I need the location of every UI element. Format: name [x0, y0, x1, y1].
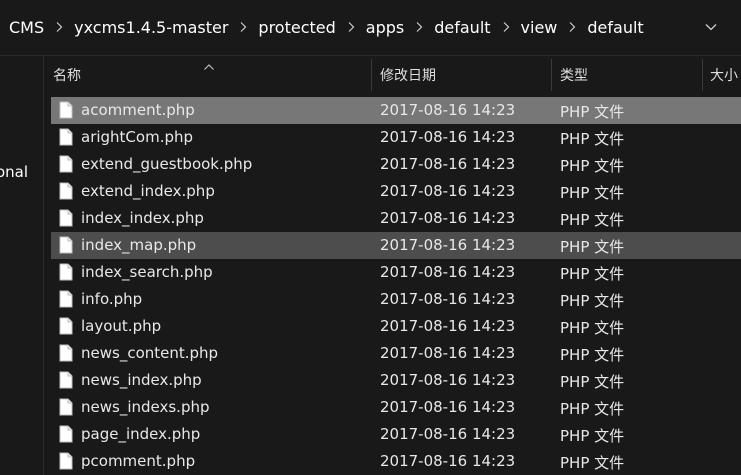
- document-icon: [59, 452, 73, 474]
- file-modified-date: 2017-08-16 14:23: [380, 317, 516, 335]
- file-modified-date: 2017-08-16 14:23: [380, 290, 516, 308]
- chevron-down-icon[interactable]: [703, 19, 719, 35]
- file-modified-date: 2017-08-16 14:23: [380, 425, 516, 443]
- document-icon: [59, 263, 73, 285]
- file-modified-date: 2017-08-16 14:23: [380, 344, 516, 362]
- document-icon: [59, 317, 73, 339]
- file-row[interactable]: index_map.php 2017-08-16 14:23 PHP 文件: [51, 232, 741, 259]
- chevron-up-icon: [203, 56, 215, 75]
- file-row[interactable]: index_index.php 2017-08-16 14:23 PHP 文件: [51, 205, 741, 232]
- column-divider[interactable]: [702, 59, 703, 91]
- file-type: PHP 文件: [560, 292, 625, 310]
- document-icon: [59, 290, 73, 312]
- file-type: PHP 文件: [560, 157, 625, 175]
- column-divider[interactable]: [551, 59, 552, 91]
- file-name[interactable]: arightCom.php: [81, 128, 193, 146]
- file-name[interactable]: news_index.php: [81, 371, 202, 389]
- breadcrumb-item[interactable]: protected: [258, 18, 335, 37]
- breadcrumb-item[interactable]: yxcms1.4.5-master: [74, 18, 228, 37]
- breadcrumb: CMS yxcms1.4.5-master protected apps default…: [0, 0, 644, 55]
- document-icon: [59, 128, 73, 150]
- file-type: PHP 文件: [560, 265, 625, 283]
- column-header-type[interactable]: 类型: [560, 56, 588, 94]
- column-header-bar: 名称 修改日期 类型 大小: [45, 56, 741, 94]
- document-icon: [59, 209, 73, 231]
- document-icon: [59, 344, 73, 366]
- file-row[interactable]: pcomment.php 2017-08-16 14:23 PHP 文件: [51, 448, 741, 475]
- file-name[interactable]: info.php: [81, 290, 142, 308]
- file-row[interactable]: news_content.php 2017-08-16 14:23 PHP 文件: [51, 340, 741, 367]
- file-modified-date: 2017-08-16 14:23: [380, 371, 516, 389]
- address-bar[interactable]: CMS yxcms1.4.5-master protected apps default…: [0, 0, 741, 56]
- file-type: PHP 文件: [560, 346, 625, 364]
- chevron-right-icon[interactable]: [55, 19, 63, 37]
- file-modified-date: 2017-08-16 14:23: [380, 263, 516, 281]
- chevron-right-icon[interactable]: [415, 19, 423, 37]
- breadcrumb-item[interactable]: view: [521, 18, 558, 37]
- column-header-modified[interactable]: 修改日期: [380, 56, 436, 94]
- file-type: PHP 文件: [560, 211, 625, 229]
- file-row[interactable]: info.php 2017-08-16 14:23 PHP 文件: [51, 286, 741, 313]
- file-row[interactable]: acomment.php 2017-08-16 14:23 PHP 文件: [51, 97, 741, 124]
- column-header-name[interactable]: 名称: [53, 56, 81, 94]
- file-row[interactable]: index_search.php 2017-08-16 14:23 PHP 文件: [51, 259, 741, 286]
- file-row[interactable]: arightCom.php 2017-08-16 14:23 PHP 文件: [51, 124, 741, 151]
- file-modified-date: 2017-08-16 14:23: [380, 398, 516, 416]
- file-row[interactable]: news_indexs.php 2017-08-16 14:23 PHP 文件: [51, 394, 741, 421]
- nav-item-label[interactable]: onal: [0, 163, 28, 181]
- file-type: PHP 文件: [560, 103, 625, 121]
- document-icon: [59, 425, 73, 447]
- file-row[interactable]: page_index.php 2017-08-16 14:23 PHP 文件: [51, 421, 741, 448]
- column-divider[interactable]: [371, 59, 372, 91]
- file-modified-date: 2017-08-16 14:23: [380, 182, 516, 200]
- breadcrumb-item[interactable]: default: [587, 18, 643, 37]
- file-row[interactable]: news_index.php 2017-08-16 14:23 PHP 文件: [51, 367, 741, 394]
- file-list: acomment.php 2017-08-16 14:23 PHP 文件 aright…: [51, 97, 741, 475]
- file-name[interactable]: news_indexs.php: [81, 398, 210, 416]
- file-name[interactable]: pcomment.php: [81, 452, 195, 470]
- file-modified-date: 2017-08-16 14:23: [380, 155, 516, 173]
- breadcrumb-item[interactable]: CMS: [9, 18, 44, 37]
- file-type: PHP 文件: [560, 454, 625, 472]
- file-name[interactable]: page_index.php: [81, 425, 200, 443]
- file-type: PHP 文件: [560, 184, 625, 202]
- file-type: PHP 文件: [560, 130, 625, 148]
- file-type: PHP 文件: [560, 319, 625, 337]
- file-type: PHP 文件: [560, 400, 625, 418]
- file-row[interactable]: layout.php 2017-08-16 14:23 PHP 文件: [51, 313, 741, 340]
- file-name[interactable]: index_search.php: [81, 263, 213, 281]
- file-modified-date: 2017-08-16 14:23: [380, 452, 516, 470]
- file-modified-date: 2017-08-16 14:23: [380, 209, 516, 227]
- document-icon: [59, 155, 73, 177]
- column-header-size[interactable]: 大小: [710, 56, 738, 94]
- breadcrumb-item[interactable]: apps: [366, 18, 404, 37]
- file-type: PHP 文件: [560, 373, 625, 391]
- document-icon: [59, 182, 73, 204]
- file-modified-date: 2017-08-16 14:23: [380, 101, 516, 119]
- file-type: PHP 文件: [560, 238, 625, 256]
- navigation-pane[interactable]: onal: [0, 56, 44, 475]
- chevron-right-icon[interactable]: [347, 19, 355, 37]
- chevron-right-icon[interactable]: [568, 19, 576, 37]
- document-icon: [59, 236, 73, 258]
- document-icon: [59, 398, 73, 420]
- file-name[interactable]: news_content.php: [81, 344, 218, 362]
- file-modified-date: 2017-08-16 14:23: [380, 128, 516, 146]
- file-name[interactable]: index_index.php: [81, 209, 204, 227]
- document-icon: [59, 101, 73, 123]
- document-icon: [59, 371, 73, 393]
- breadcrumb-item[interactable]: default: [434, 18, 490, 37]
- file-row[interactable]: extend_index.php 2017-08-16 14:23 PHP 文件: [51, 178, 741, 205]
- chevron-right-icon[interactable]: [502, 19, 510, 37]
- file-name[interactable]: acomment.php: [81, 101, 195, 119]
- file-name[interactable]: layout.php: [81, 317, 161, 335]
- chevron-right-icon[interactable]: [239, 19, 247, 37]
- file-row[interactable]: extend_guestbook.php 2017-08-16 14:23 PHP …: [51, 151, 741, 178]
- file-modified-date: 2017-08-16 14:23: [380, 236, 516, 254]
- file-type: PHP 文件: [560, 427, 625, 445]
- file-name[interactable]: extend_index.php: [81, 182, 215, 200]
- file-name[interactable]: extend_guestbook.php: [81, 155, 252, 173]
- file-name[interactable]: index_map.php: [81, 236, 196, 254]
